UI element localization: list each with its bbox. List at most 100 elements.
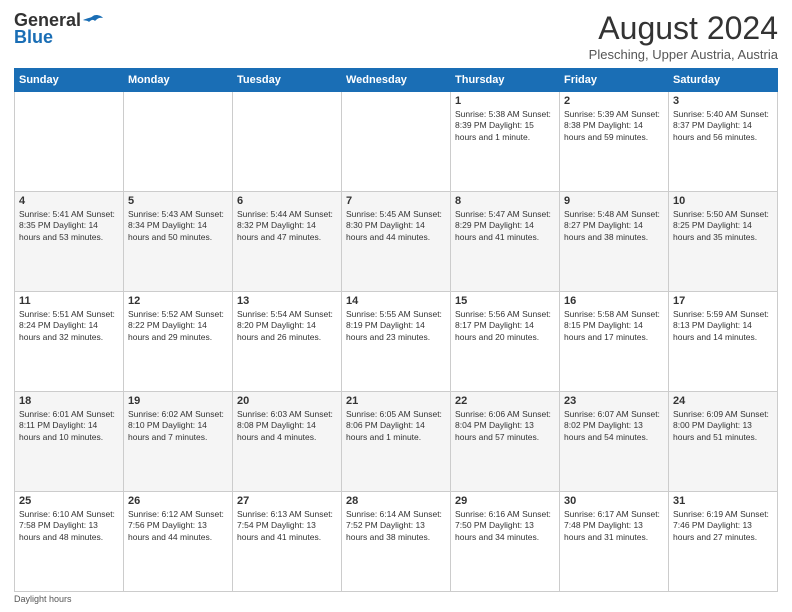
cell-2-5: 8 Sunrise: 5:47 AM Sunset: 8:29 PM Daylig…	[451, 192, 560, 292]
day-info: Sunrise: 5:50 AM Sunset: 8:25 PM Dayligh…	[673, 209, 773, 243]
header-row: Sunday Monday Tuesday Wednesday Thursday…	[15, 69, 778, 92]
day-info: Sunrise: 6:09 AM Sunset: 8:00 PM Dayligh…	[673, 409, 773, 443]
cell-4-7: 24 Sunrise: 6:09 AM Sunset: 8:00 PM Dayli…	[669, 392, 778, 492]
day-number: 21	[346, 395, 446, 407]
day-info: Sunrise: 5:45 AM Sunset: 8:30 PM Dayligh…	[346, 209, 446, 243]
day-number: 2	[564, 95, 664, 107]
week-row-4: 18 Sunrise: 6:01 AM Sunset: 8:11 PM Dayli…	[15, 392, 778, 492]
day-info: Sunrise: 6:05 AM Sunset: 8:06 PM Dayligh…	[346, 409, 446, 443]
cell-3-1: 11 Sunrise: 5:51 AM Sunset: 8:24 PM Dayli…	[15, 292, 124, 392]
day-info: Sunrise: 5:40 AM Sunset: 8:37 PM Dayligh…	[673, 109, 773, 143]
month-title: August 2024	[589, 10, 778, 47]
cell-1-7: 3Sunrise: 5:40 AM Sunset: 8:37 PM Daylig…	[669, 92, 778, 192]
day-info: Sunrise: 5:59 AM Sunset: 8:13 PM Dayligh…	[673, 309, 773, 343]
cell-2-6: 9 Sunrise: 5:48 AM Sunset: 8:27 PM Daylig…	[560, 192, 669, 292]
day-number: 12	[128, 295, 228, 307]
cell-3-2: 12 Sunrise: 5:52 AM Sunset: 8:22 PM Dayli…	[124, 292, 233, 392]
cell-1-4	[342, 92, 451, 192]
col-sunday: Sunday	[15, 69, 124, 92]
cell-1-2	[124, 92, 233, 192]
cell-5-2: 26 Sunrise: 6:12 AM Sunset: 7:56 PM Dayli…	[124, 492, 233, 592]
day-number: 5	[128, 195, 228, 207]
col-saturday: Saturday	[669, 69, 778, 92]
cell-1-1	[15, 92, 124, 192]
day-number: 28	[346, 495, 446, 507]
day-number: 10	[673, 195, 773, 207]
cell-1-3	[233, 92, 342, 192]
cell-4-4: 21 Sunrise: 6:05 AM Sunset: 8:06 PM Dayli…	[342, 392, 451, 492]
day-info: Sunrise: 6:02 AM Sunset: 8:10 PM Dayligh…	[128, 409, 228, 443]
page: General Blue August 2024 Plesching, Uppe…	[0, 0, 792, 612]
cell-4-1: 18 Sunrise: 6:01 AM Sunset: 8:11 PM Dayli…	[15, 392, 124, 492]
day-number: 24	[673, 395, 773, 407]
cell-4-6: 23Sunrise: 6:07 AM Sunset: 8:02 PM Dayli…	[560, 392, 669, 492]
day-info: Sunrise: 5:55 AM Sunset: 8:19 PM Dayligh…	[346, 309, 446, 343]
day-info: Sunrise: 5:47 AM Sunset: 8:29 PM Dayligh…	[455, 209, 555, 243]
cell-2-4: 7 Sunrise: 5:45 AM Sunset: 8:30 PM Daylig…	[342, 192, 451, 292]
day-info: Sunrise: 6:17 AM Sunset: 7:48 PM Dayligh…	[564, 509, 664, 543]
day-info: Sunrise: 6:01 AM Sunset: 8:11 PM Dayligh…	[19, 409, 119, 443]
header: General Blue August 2024 Plesching, Uppe…	[14, 10, 778, 62]
cell-3-5: 15 Sunrise: 5:56 AM Sunset: 8:17 PM Dayli…	[451, 292, 560, 392]
cell-2-3: 6Sunrise: 5:44 AM Sunset: 8:32 PM Daylig…	[233, 192, 342, 292]
logo-blue: Blue	[14, 27, 53, 48]
location: Plesching, Upper Austria, Austria	[589, 47, 778, 62]
day-number: 7	[346, 195, 446, 207]
day-number: 8	[455, 195, 555, 207]
day-info: Sunrise: 5:51 AM Sunset: 8:24 PM Dayligh…	[19, 309, 119, 343]
day-number: 13	[237, 295, 337, 307]
day-info: Sunrise: 5:54 AM Sunset: 8:20 PM Dayligh…	[237, 309, 337, 343]
day-number: 15	[455, 295, 555, 307]
cell-4-5: 22Sunrise: 6:06 AM Sunset: 8:04 PM Dayli…	[451, 392, 560, 492]
day-number: 29	[455, 495, 555, 507]
cell-2-2: 5 Sunrise: 5:43 AM Sunset: 8:34 PM Daylig…	[124, 192, 233, 292]
day-number: 1	[455, 95, 555, 107]
logo: General Blue	[14, 10, 103, 48]
cell-2-1: 4Sunrise: 5:41 AM Sunset: 8:35 PM Daylig…	[15, 192, 124, 292]
week-row-1: 1 Sunrise: 5:38 AM Sunset: 8:39 PM Daylig…	[15, 92, 778, 192]
week-row-5: 25Sunrise: 6:10 AM Sunset: 7:58 PM Dayli…	[15, 492, 778, 592]
calendar: Sunday Monday Tuesday Wednesday Thursday…	[14, 68, 778, 604]
day-info: Sunrise: 5:58 AM Sunset: 8:15 PM Dayligh…	[564, 309, 664, 343]
day-info: Sunrise: 6:06 AM Sunset: 8:04 PM Dayligh…	[455, 409, 555, 443]
day-info: Sunrise: 6:13 AM Sunset: 7:54 PM Dayligh…	[237, 509, 337, 543]
day-info: Sunrise: 5:48 AM Sunset: 8:27 PM Dayligh…	[564, 209, 664, 243]
cell-3-7: 17 Sunrise: 5:59 AM Sunset: 8:13 PM Dayli…	[669, 292, 778, 392]
calendar-body: 1 Sunrise: 5:38 AM Sunset: 8:39 PM Daylig…	[15, 92, 778, 592]
cell-1-6: 2Sunrise: 5:39 AM Sunset: 8:38 PM Daylig…	[560, 92, 669, 192]
day-info: Sunrise: 5:52 AM Sunset: 8:22 PM Dayligh…	[128, 309, 228, 343]
day-info: Sunrise: 5:38 AM Sunset: 8:39 PM Dayligh…	[455, 109, 555, 143]
day-info: Sunrise: 6:19 AM Sunset: 7:46 PM Dayligh…	[673, 509, 773, 543]
week-row-3: 11 Sunrise: 5:51 AM Sunset: 8:24 PM Dayli…	[15, 292, 778, 392]
day-info: Sunrise: 6:16 AM Sunset: 7:50 PM Dayligh…	[455, 509, 555, 543]
col-tuesday: Tuesday	[233, 69, 342, 92]
day-number: 14	[346, 295, 446, 307]
week-row-2: 4Sunrise: 5:41 AM Sunset: 8:35 PM Daylig…	[15, 192, 778, 292]
calendar-table: Sunday Monday Tuesday Wednesday Thursday…	[14, 68, 778, 592]
day-number: 19	[128, 395, 228, 407]
day-number: 11	[19, 295, 119, 307]
cell-5-4: 28 Sunrise: 6:14 AM Sunset: 7:52 PM Dayli…	[342, 492, 451, 592]
day-number: 30	[564, 495, 664, 507]
cell-5-1: 25Sunrise: 6:10 AM Sunset: 7:58 PM Dayli…	[15, 492, 124, 592]
day-number: 26	[128, 495, 228, 507]
day-number: 25	[19, 495, 119, 507]
day-number: 9	[564, 195, 664, 207]
day-info: Sunrise: 5:56 AM Sunset: 8:17 PM Dayligh…	[455, 309, 555, 343]
day-info: Sunrise: 6:14 AM Sunset: 7:52 PM Dayligh…	[346, 509, 446, 543]
day-number: 23	[564, 395, 664, 407]
cell-1-5: 1 Sunrise: 5:38 AM Sunset: 8:39 PM Daylig…	[451, 92, 560, 192]
cell-5-3: 27Sunrise: 6:13 AM Sunset: 7:54 PM Dayli…	[233, 492, 342, 592]
cell-5-6: 30 Sunrise: 6:17 AM Sunset: 7:48 PM Dayli…	[560, 492, 669, 592]
day-info: Sunrise: 5:43 AM Sunset: 8:34 PM Dayligh…	[128, 209, 228, 243]
cell-3-4: 14 Sunrise: 5:55 AM Sunset: 8:19 PM Dayli…	[342, 292, 451, 392]
day-number: 31	[673, 495, 773, 507]
col-thursday: Thursday	[451, 69, 560, 92]
cell-5-7: 31 Sunrise: 6:19 AM Sunset: 7:46 PM Dayli…	[669, 492, 778, 592]
calendar-header: Sunday Monday Tuesday Wednesday Thursday…	[15, 69, 778, 92]
day-number: 20	[237, 395, 337, 407]
day-number: 17	[673, 295, 773, 307]
cell-4-3: 20Sunrise: 6:03 AM Sunset: 8:08 PM Dayli…	[233, 392, 342, 492]
day-number: 18	[19, 395, 119, 407]
day-info: Sunrise: 6:12 AM Sunset: 7:56 PM Dayligh…	[128, 509, 228, 543]
